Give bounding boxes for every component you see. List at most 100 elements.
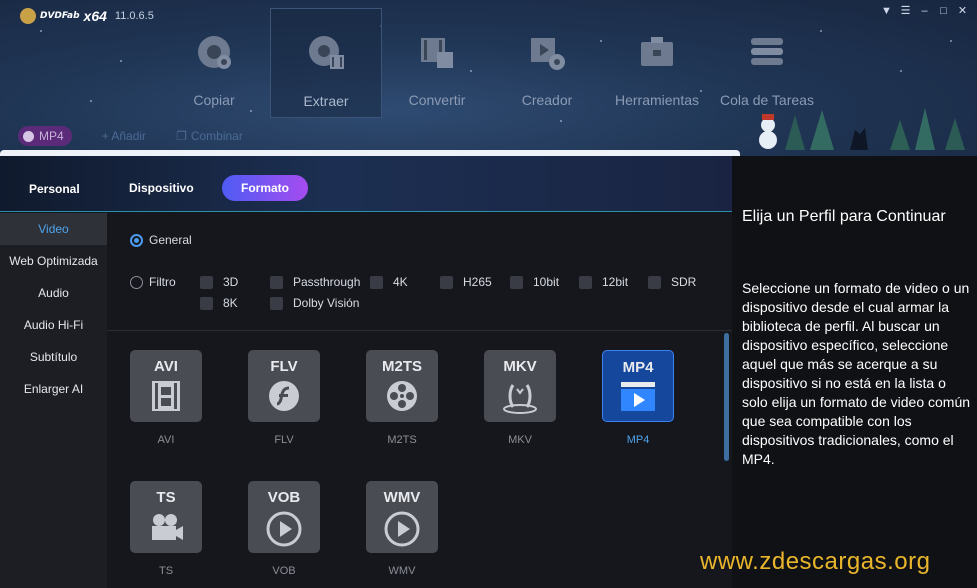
checkbox-label: Dolby Visión	[293, 296, 360, 310]
format-tile-flv[interactable]: FLV FLV	[248, 350, 320, 446]
flash-icon	[269, 381, 299, 411]
nav-label: Herramientas	[614, 92, 700, 108]
checkbox-12bit[interactable]: 12bit	[579, 275, 628, 289]
format-tile-ts[interactable]: TS TS	[130, 481, 202, 577]
checkbox-sdr[interactable]: SDR	[648, 275, 696, 289]
module-nav: Copiar Extraer Convertir Creador Herrami…	[158, 8, 822, 118]
watermark-text: www.zdescargas.org	[700, 548, 931, 575]
disc-ripper-icon	[309, 36, 344, 69]
format-content: General Filtro 3D Passthrough 4K H265 10…	[107, 213, 732, 588]
checkbox-label: 12bit	[602, 275, 629, 289]
checkbox-label: 8K	[223, 296, 238, 310]
merge-label: Combinar	[190, 129, 243, 143]
format-label: AVI	[157, 434, 175, 446]
checkbox-box	[440, 275, 453, 289]
nav-extraer[interactable]: Extraer	[270, 8, 382, 118]
checkbox-box	[510, 275, 523, 289]
format-tile-box: TS	[130, 481, 202, 553]
format-code: MKV	[503, 358, 537, 375]
nav-convertir[interactable]: Convertir	[382, 8, 492, 118]
sub-toolbar: MP4 + Añadir ❐ Combinar	[18, 126, 243, 146]
scrollbar[interactable]	[724, 333, 729, 461]
format-code: MP4	[622, 359, 654, 376]
info-title: Elija un Perfil para Continuar	[742, 208, 946, 225]
toolbox-icon	[641, 37, 673, 66]
format-tile-mkv[interactable]: MKV MKV	[484, 350, 556, 446]
format-label: TS	[158, 565, 174, 577]
play-screen-icon	[621, 382, 655, 411]
format-label: WMV	[388, 565, 416, 577]
pin-icon[interactable]: ▼	[880, 5, 893, 18]
checkbox-box	[200, 275, 213, 289]
profile-icon	[23, 130, 34, 142]
menu-icon[interactable]: ☰	[899, 5, 912, 18]
nav-label: Convertir	[408, 92, 466, 108]
format-code: WMV	[383, 489, 421, 506]
disc-copy-icon	[198, 36, 231, 69]
checkbox-dolby-vision[interactable]: Dolby Visión	[270, 296, 359, 310]
format-tile-box: M2TS	[366, 350, 438, 422]
checkbox-box	[200, 296, 213, 310]
radio-general-label: General	[149, 233, 192, 247]
sidebar-item-audio-hifi[interactable]: Audio Hi-Fi	[0, 309, 107, 341]
minimize-button[interactable]: –	[918, 5, 931, 18]
sidebar-item-subtitulo[interactable]: Subtítulo	[0, 341, 107, 373]
category-sidebar: Video Web Optimizada Audio Audio Hi-Fi S…	[0, 213, 107, 588]
tab-formato[interactable]: Formato	[222, 175, 308, 201]
checkbox-10bit[interactable]: 10bit	[510, 275, 559, 289]
add-button[interactable]: + Añadir	[102, 129, 146, 143]
profile-tabs: Personal Dispositivo Formato	[0, 156, 732, 212]
format-tile-box: FLV	[248, 350, 320, 422]
tab-personal[interactable]: Personal	[29, 182, 80, 196]
format-code: TS	[156, 489, 176, 506]
film-reel-icon	[387, 381, 417, 411]
app-version: 11.0.6.5	[114, 10, 154, 22]
checkbox-box	[370, 275, 383, 289]
logo-brand: DVDFab	[40, 11, 80, 21]
checkbox-3d[interactable]: 3D	[200, 275, 238, 289]
sidebar-item-enlarger-ai[interactable]: Enlarger AI	[0, 373, 107, 405]
radio-general[interactable]: General	[130, 233, 192, 247]
merge-button[interactable]: ❐ Combinar	[176, 129, 243, 143]
dvdfab-logo-icon	[20, 8, 36, 24]
play-circle-icon	[384, 511, 420, 547]
checkbox-8k[interactable]: 8K	[200, 296, 238, 310]
checkbox-4k[interactable]: 4K	[370, 275, 408, 289]
divider	[107, 330, 732, 331]
format-tile-box: MP4	[602, 350, 674, 422]
format-tile-mp4[interactable]: MP4 MP4	[602, 350, 674, 446]
format-tile-vob[interactable]: VOB VOB	[248, 481, 320, 577]
nav-herramientas[interactable]: Herramientas	[602, 8, 712, 118]
maximize-button[interactable]: □	[937, 5, 950, 18]
format-tile-box: AVI	[130, 350, 202, 422]
nav-copiar[interactable]: Copiar	[158, 8, 270, 118]
checkbox-h265[interactable]: H265	[440, 275, 492, 289]
disc-creator-icon	[531, 38, 565, 70]
info-body: Seleccione un formato de video o un disp…	[742, 280, 971, 467]
window-controls: ▼ ☰ – □ ✕	[880, 5, 969, 18]
header: DVDFab x64 11.0.6.5 ▼ ☰ – □ ✕ Copiar Ext…	[0, 0, 977, 158]
format-label: VOB	[272, 565, 296, 577]
film-strip-icon	[152, 381, 180, 411]
profile-chip[interactable]: MP4	[18, 126, 72, 146]
info-panel: Elija un Perfil para Continuar Seleccion…	[732, 156, 977, 588]
checkbox-passthrough[interactable]: Passthrough	[270, 275, 360, 289]
close-button[interactable]: ✕	[956, 5, 969, 18]
format-tile-avi[interactable]: AVI AVI	[130, 350, 202, 446]
sidebar-item-web-optimizada[interactable]: Web Optimizada	[0, 245, 107, 277]
nav-creador[interactable]: Creador	[492, 8, 602, 118]
format-label: FLV	[274, 434, 294, 446]
checkbox-box	[579, 275, 592, 289]
video-camera-icon	[152, 514, 183, 540]
nav-cola-de-tareas[interactable]: Cola de Tareas	[712, 8, 822, 118]
tab-dispositivo[interactable]: Dispositivo	[129, 181, 194, 195]
sidebar-item-video[interactable]: Video	[0, 213, 107, 245]
sidebar-item-audio[interactable]: Audio	[0, 277, 107, 309]
format-tile-m2ts[interactable]: M2TS M2TS	[366, 350, 438, 446]
format-tile-wmv[interactable]: WMV WMV	[366, 481, 438, 577]
checkbox-label: Passthrough	[293, 275, 361, 289]
nav-label: Extraer	[303, 93, 349, 109]
checkbox-label: 10bit	[533, 275, 560, 289]
radio-filtro[interactable]: Filtro	[130, 275, 176, 289]
play-circle-icon	[266, 511, 302, 547]
